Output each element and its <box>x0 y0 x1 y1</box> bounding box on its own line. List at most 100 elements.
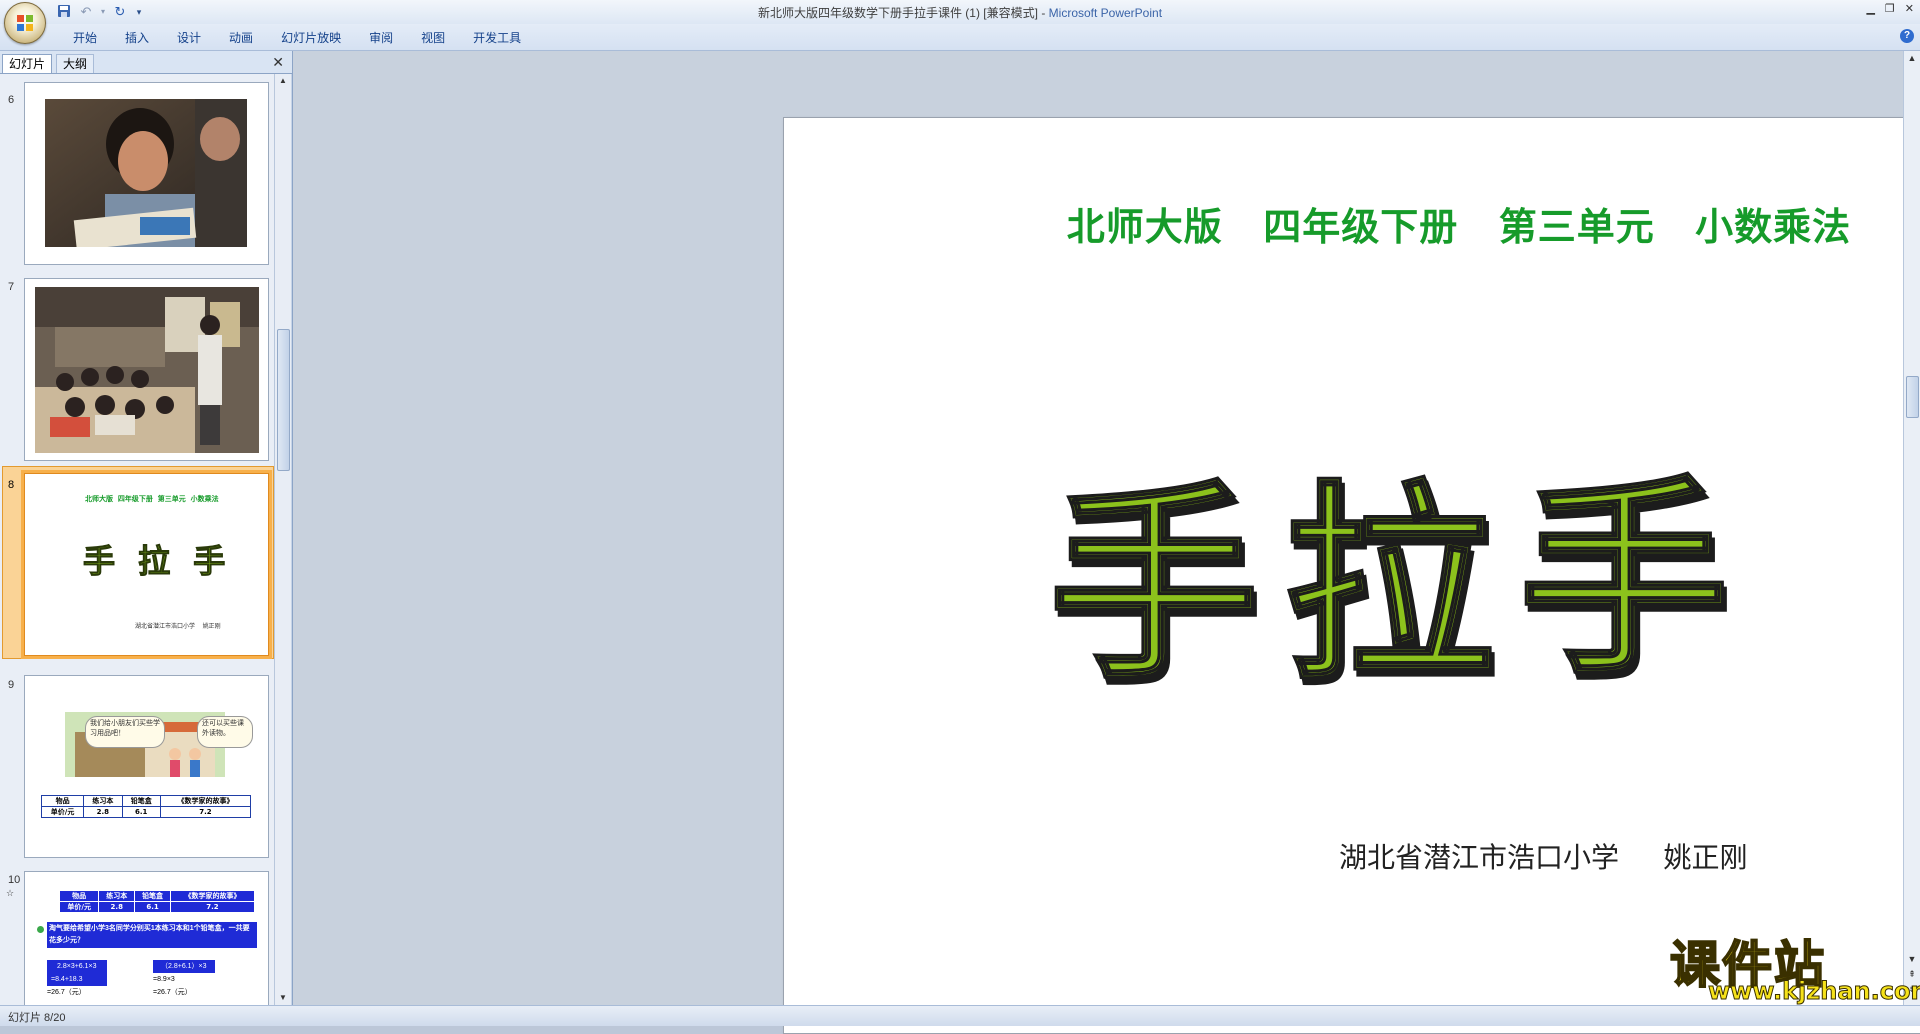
tab-view[interactable]: 视图 <box>406 30 458 46</box>
calc-line: =26.7（元） <box>47 989 86 996</box>
scroll-down-icon[interactable]: ▼ <box>1907 954 1917 964</box>
thumbnail-scrollbar[interactable]: ▲ ▼ <box>274 74 291 1005</box>
window-controls: ▁ ❐ ✕ <box>1866 2 1914 15</box>
big-title-char: 手 <box>1049 463 1259 708</box>
slide-thumbnail-8[interactable]: 北师大版 四年级下册 第三单元 小数乘法 手 拉 手 湖北省潜江市浩口小学 姚正… <box>21 470 272 659</box>
tab-slideshow[interactable]: 幻灯片放映 <box>266 30 354 46</box>
table-cell: 7.2 <box>169 901 256 913</box>
slide-thumbnail-10[interactable]: 物品 练习本 铅笔盒 《数学家的故事》 单价/元 2.8 6.1 7.2 淘气要… <box>24 871 269 1005</box>
table-header-cell: 物品 <box>40 795 85 807</box>
girl-reading-photo <box>45 99 247 247</box>
document-title: 新北师大版四年级数学下册手拉手课件 (1) [兼容模式] <box>757 6 1038 20</box>
slides-pane: 幻灯片 大纲 ✕ 6 7 8 北师大版 四年级下册 第三单元 小数乘法 手 拉 … <box>0 51 293 1005</box>
table-cell: 单价/元 <box>40 806 85 818</box>
calc-line: （2.8+6.1）×3 <box>153 960 215 973</box>
mini-slide-subtitle: 湖北省潜江市浩口小学 姚正刚 <box>135 623 221 630</box>
slide-counter: 幻灯片 8/20 <box>8 1012 66 1024</box>
watermark-logo: 课件站 www.kjzhan.com <box>1668 925 1920 1006</box>
minimize-icon[interactable]: ▁ <box>1866 2 1874 15</box>
table-header-cell: 铅笔盒 <box>121 795 161 807</box>
slide-scrollbar[interactable]: ▲ ▼ ⇞ ⇟ <box>1903 51 1920 1005</box>
speech-bubble-left: 我们给小朋友们买些学习用品吧！ <box>85 716 165 748</box>
question-box: 淘气要给希望小学3名同学分别买1本练习本和1个铅笔盒，一共要花多少元？ <box>47 922 257 948</box>
table-cell: 2.8 <box>98 901 136 913</box>
thumbnail-list[interactable]: 6 7 8 北师大版 四年级下册 第三单元 小数乘法 手 拉 手 湖北省潜江市浩… <box>0 74 274 1005</box>
tab-insert[interactable]: 插入 <box>110 30 162 46</box>
table-header-cell: 《数学家的故事》 <box>169 890 256 902</box>
table-row: 物品 练习本 铅笔盒 《数学家的故事》 <box>58 890 256 902</box>
title-bar: ↶ ▾ ↻ ▾ 新北师大版四年级数学下册手拉手课件 (1) [兼容模式] - M… <box>0 0 1920 25</box>
calc-line: =8.4+18.3 <box>47 973 107 986</box>
mini-slide-big-title: 手 拉 手 <box>82 542 232 581</box>
big-title-wordart[interactable]: 手 拉 手 <box>784 418 1920 718</box>
window-title: 新北师大版四年级数学下册手拉手课件 (1) [兼容模式] - Microsoft… <box>0 4 1920 21</box>
title-separator: - <box>1037 6 1049 20</box>
table-cell: 7.2 <box>159 806 252 818</box>
tab-home[interactable]: 开始 <box>58 30 110 46</box>
calc-line: =8.9×3 <box>153 976 175 983</box>
table-header-cell: 铅笔盒 <box>134 890 171 902</box>
table-cell: 6.1 <box>134 901 171 913</box>
slide-number: 9 <box>8 679 15 691</box>
animation-icon: ☆ <box>6 888 15 898</box>
scrollbar-thumb[interactable] <box>277 329 290 471</box>
ribbon-tab-row: 开始 插入 设计 动画 幻灯片放映 审阅 视图 开发工具 ? <box>0 24 1920 51</box>
table-row: 单价/元 2.8 6.1 7.2 <box>40 806 252 818</box>
scroll-up-icon[interactable]: ▲ <box>1907 53 1917 63</box>
table-header-cell: 练习本 <box>83 795 123 807</box>
classroom-photo <box>35 287 259 453</box>
slide-editing-area: 北师大版 四年级下册 第三单元 小数乘法 手 拉 手 湖北省潜江市浩口小学 姚正… <box>293 51 1920 1034</box>
speech-bubble-right-text: 还可以买些课外读物。 <box>202 720 244 737</box>
table-header-cell: 《数学家的故事》 <box>159 795 252 807</box>
big-title-char: 拉 <box>1284 463 1494 708</box>
speech-bubble-right: 还可以买些课外读物。 <box>197 716 253 748</box>
slide-thumbnail-9[interactable]: 我们给小朋友们买些学习用品吧！ 还可以买些课外读物。 物品 练习本 铅笔盒 《数… <box>24 675 269 858</box>
tab-outline[interactable]: 大纲 <box>56 54 95 73</box>
ribbon-tabs: 开始 插入 设计 动画 幻灯片放映 审阅 视图 开发工具 <box>58 30 534 46</box>
scroll-down-icon[interactable]: ▼ <box>278 993 288 1003</box>
bullet-icon <box>37 926 44 933</box>
scroll-up-icon[interactable]: ▲ <box>278 76 288 86</box>
scrollbar-thumb[interactable] <box>1906 376 1919 418</box>
table-header-cell: 物品 <box>58 890 100 902</box>
table-row: 物品 练习本 铅笔盒 《数学家的故事》 <box>40 795 252 807</box>
slide-number: 7 <box>8 281 15 293</box>
calc-line: 2.8×3+6.1×3 <box>47 960 107 973</box>
slide-title[interactable]: 北师大版 四年级下册 第三单元 小数乘法 <box>784 196 1920 251</box>
tab-review[interactable]: 审阅 <box>354 30 406 46</box>
watermark-url: www.kjzhan.com <box>1707 977 1920 1006</box>
big-title-char: 手 <box>1519 458 1729 703</box>
slide-thumbnail-7[interactable] <box>24 278 269 461</box>
table-header-cell: 练习本 <box>98 890 136 902</box>
status-bar: 幻灯片 8/20 <box>0 1005 1920 1026</box>
office-logo-icon <box>17 15 33 31</box>
close-icon[interactable]: ✕ <box>1905 2 1914 15</box>
pane-tabs: 幻灯片 大纲 ✕ <box>0 51 292 74</box>
application-name: Microsoft PowerPoint <box>1048 6 1163 20</box>
restore-icon[interactable]: ❐ <box>1885 2 1895 15</box>
speech-bubble-left-text: 我们给小朋友们买些学习用品吧！ <box>90 720 160 737</box>
price-table: 物品 练习本 铅笔盒 《数学家的故事》 单价/元 2.8 6.1 7.2 <box>40 795 252 818</box>
table-row: 单价/元 2.8 6.1 7.2 <box>58 901 256 913</box>
table-cell: 6.1 <box>121 806 161 818</box>
tab-slides[interactable]: 幻灯片 <box>2 54 53 73</box>
price-table-10: 物品 练习本 铅笔盒 《数学家的故事》 单价/元 2.8 6.1 7.2 <box>58 890 256 913</box>
calc-right: （2.8+6.1）×3 =8.9×3 =26.7（元） <box>153 960 215 999</box>
office-button[interactable] <box>4 2 46 44</box>
slide-number: 8 <box>8 479 15 491</box>
table-cell: 2.8 <box>83 806 123 818</box>
slide-number: 6 <box>8 94 15 106</box>
close-pane-icon[interactable]: ✕ <box>272 54 284 71</box>
mini-slide-title: 北师大版 四年级下册 第三单元 小数乘法 <box>85 495 219 503</box>
current-slide[interactable]: 北师大版 四年级下册 第三单元 小数乘法 手 拉 手 湖北省潜江市浩口小学 姚正… <box>783 117 1920 1034</box>
question-text: 淘气要给希望小学3名同学分别买1本练习本和1个铅笔盒，一共要花多少元？ <box>49 925 250 944</box>
slide-subtitle[interactable]: 湖北省潜江市浩口小学 姚正刚 <box>1339 836 1748 876</box>
slide-number: 10 <box>8 874 21 886</box>
calc-left: 2.8×3+6.1×3 =8.4+18.3 =26.7（元） <box>47 960 107 999</box>
slide-thumbnail-6[interactable] <box>24 82 269 265</box>
calc-line: =26.7（元） <box>153 989 192 996</box>
tab-developer[interactable]: 开发工具 <box>458 30 534 46</box>
tab-design[interactable]: 设计 <box>162 30 214 46</box>
tab-animations[interactable]: 动画 <box>214 30 266 46</box>
help-icon[interactable]: ? <box>1900 29 1914 43</box>
